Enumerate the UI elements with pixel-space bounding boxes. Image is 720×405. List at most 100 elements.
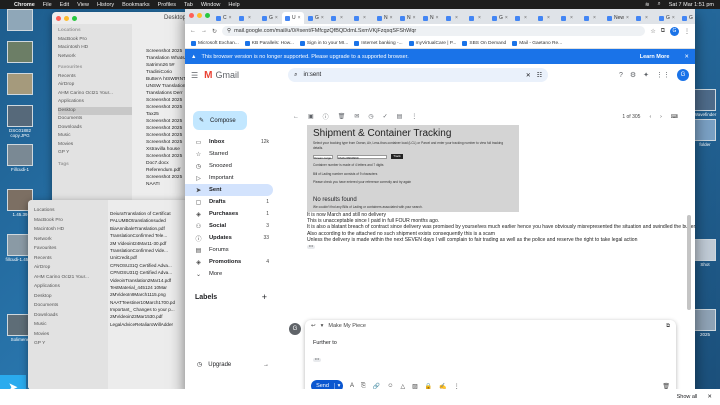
sidebar-item[interactable]: Locations bbox=[34, 206, 108, 216]
pop-out-icon[interactable]: ⧉ bbox=[666, 323, 670, 330]
finder-file-item[interactable]: 2M Videoint24Mar11-30.pdf bbox=[110, 240, 196, 247]
zoom-button[interactable] bbox=[72, 16, 77, 21]
close-tab-icon[interactable]: × bbox=[455, 15, 458, 21]
sidebar-item[interactable]: Macintosh HD bbox=[58, 44, 132, 53]
upgrade-row[interactable]: ◷ Upgrade → bbox=[197, 361, 269, 369]
embedded-tracking-screenshot[interactable]: Shipment & Container Tracking Select you… bbox=[307, 125, 519, 212]
sidebar-item[interactable]: Recents bbox=[58, 73, 132, 82]
browser-tab[interactable]: × bbox=[236, 12, 258, 24]
browser-tab[interactable]: G× bbox=[259, 12, 281, 24]
browser-tab[interactable]: × bbox=[466, 12, 488, 24]
browser-tab[interactable]: C × bbox=[213, 12, 235, 24]
sidebar-item[interactable]: Documents bbox=[34, 301, 108, 311]
bookmark-item[interactable]: Sign in to your MI... bbox=[299, 40, 348, 46]
mail-search-bar[interactable]: ⌕ in:sent ✕ ☷ bbox=[288, 68, 549, 82]
finder-file-item[interactable]: PALUMBOtranslationsuded bbox=[110, 217, 196, 224]
browser-tab[interactable]: G× bbox=[656, 12, 678, 24]
browser-tab[interactable]: N × bbox=[420, 12, 442, 24]
clear-search-icon[interactable]: ✕ bbox=[526, 72, 531, 79]
archive-icon[interactable]: ▣ bbox=[308, 113, 314, 120]
finder-file-item[interactable]: TranslationConfirmed Vide... bbox=[110, 247, 196, 254]
browser-tab[interactable]: × bbox=[558, 12, 580, 24]
close-tab-icon[interactable]: × bbox=[672, 15, 675, 21]
back-icon[interactable]: ← bbox=[190, 28, 196, 34]
sidebar-item-desktop[interactable]: Desktop bbox=[58, 106, 132, 115]
sidebar-item[interactable]: Music bbox=[34, 320, 108, 330]
site-info-icon[interactable]: ⚲ bbox=[227, 28, 231, 34]
nav-item-forums[interactable]: ▤ Forums bbox=[185, 244, 273, 256]
close-icon[interactable]: ✕ bbox=[707, 394, 712, 400]
sidebar-item[interactable]: Movies bbox=[58, 141, 132, 150]
menubar-app-name[interactable]: Chrome bbox=[14, 2, 35, 8]
scrollbar[interactable] bbox=[687, 215, 691, 310]
close-tab-icon[interactable]: × bbox=[275, 15, 278, 21]
snooze-icon[interactable]: ◷ bbox=[368, 113, 373, 120]
next-icon[interactable]: › bbox=[660, 114, 662, 120]
wifi-icon[interactable]: ≋ bbox=[645, 2, 650, 8]
finder-file-item[interactable]: LegalAdviceRetaliaroWillAdder bbox=[110, 321, 196, 328]
finder-file-item[interactable]: CPNOSU31Q Certified Adva... bbox=[110, 269, 196, 276]
bookmark-item[interactable]: Microsoft Exchan... bbox=[191, 40, 239, 46]
reply-recipient[interactable]: Make My Piece bbox=[328, 323, 366, 329]
browser-tab[interactable]: G× bbox=[679, 12, 695, 24]
close-tab-icon[interactable]: × bbox=[390, 15, 393, 21]
close-tab-icon[interactable]: × bbox=[570, 15, 573, 21]
menu-window[interactable]: Window bbox=[201, 2, 221, 8]
close-tab-icon[interactable]: × bbox=[626, 15, 629, 21]
sidebar-item[interactable]: Applications bbox=[58, 98, 132, 107]
sidebar-item[interactable]: Network bbox=[58, 53, 132, 62]
nav-item-starred[interactable]: ☆ Starred bbox=[185, 148, 273, 160]
close-tab-icon[interactable]: × bbox=[340, 15, 343, 21]
nav-item-inbox[interactable]: ▭ Inbox 12k bbox=[185, 136, 273, 148]
forward-icon[interactable]: → bbox=[201, 28, 207, 34]
menubar-clock[interactable]: Sat 7 Mar 1:51 pm bbox=[669, 2, 714, 8]
close-tab-icon[interactable]: × bbox=[298, 15, 301, 21]
show-all-downloads[interactable]: Show all bbox=[677, 394, 698, 400]
search-icon[interactable]: ⌕ bbox=[658, 1, 661, 8]
desktop-icon[interactable] bbox=[2, 73, 38, 96]
more-options-icon[interactable]: ⋮ bbox=[411, 113, 417, 120]
menu-view[interactable]: View bbox=[77, 2, 89, 8]
browser-tab[interactable]: U × bbox=[282, 12, 304, 24]
menu-file[interactable]: File bbox=[43, 2, 52, 8]
gemini-icon[interactable]: ✦ bbox=[643, 71, 649, 79]
desktop-icon[interactable]: Fillcudi-1 bbox=[2, 144, 38, 172]
nav-item-promotions[interactable]: ◈ Promotions 4 bbox=[185, 256, 273, 268]
bookmark-item[interactable]: Internet banking -... bbox=[354, 40, 403, 46]
sidebar-item[interactable]: AHM Carino Oct21 Your... bbox=[58, 90, 132, 99]
close-tab-icon[interactable]: × bbox=[593, 15, 596, 21]
sidebar-item[interactable]: AirDrop bbox=[58, 81, 132, 90]
close-tab-icon[interactable]: × bbox=[321, 15, 324, 21]
bookmark-item[interactable]: myVirtualCare | P... bbox=[408, 40, 456, 46]
close-button[interactable] bbox=[56, 16, 61, 21]
close-tab-icon[interactable]: × bbox=[229, 15, 232, 21]
browser-tab[interactable]: × bbox=[633, 12, 655, 24]
search-input[interactable]: in:sent bbox=[304, 72, 520, 78]
bookmark-item[interactable]: SBS On Demand bbox=[462, 40, 506, 46]
sidebar-item[interactable]: AirDrop bbox=[34, 263, 108, 273]
menu-edit[interactable]: Edit bbox=[60, 2, 69, 8]
menu-bookmarks[interactable]: Bookmarks bbox=[122, 2, 150, 8]
search-icon[interactable]: ⌕ bbox=[294, 72, 297, 79]
prev-icon[interactable]: ‹ bbox=[649, 114, 651, 120]
gmail-logo[interactable]: M Gmail bbox=[204, 70, 282, 81]
browser-tab[interactable]: × bbox=[328, 12, 350, 24]
sidebar-item[interactable]: GP Y bbox=[58, 149, 132, 158]
browser-tab[interactable]: N × bbox=[397, 12, 419, 24]
browser-tab[interactable]: × bbox=[351, 12, 373, 24]
learn-more-link[interactable]: Learn More bbox=[640, 54, 670, 60]
minimize-button[interactable] bbox=[197, 13, 202, 18]
browser-tab[interactable]: G× bbox=[305, 12, 327, 24]
chevron-down-icon[interactable]: ▾ bbox=[321, 323, 324, 329]
sidebar-item[interactable]: AHM Carino Oct21 Your... bbox=[34, 273, 108, 283]
close-tab-icon[interactable]: × bbox=[505, 15, 508, 21]
finder-file-item[interactable]: NAATTeestiner10March1700.pd bbox=[110, 299, 196, 306]
desktop-icon[interactable] bbox=[2, 9, 38, 32]
finder-file-item[interactable]: 2MVideoin23Mar1530.pdf bbox=[110, 313, 196, 320]
sidebar-item[interactable]: Documents bbox=[58, 115, 132, 124]
nav-item-drafts[interactable]: ▢ Drafts 1 bbox=[185, 196, 273, 208]
zoom-button[interactable] bbox=[205, 13, 210, 18]
nav-item-more[interactable]: ⌄ More bbox=[185, 268, 273, 280]
input-tools-icon[interactable]: ⌨ bbox=[671, 114, 678, 120]
sidebar-item[interactable]: Music bbox=[58, 132, 132, 141]
